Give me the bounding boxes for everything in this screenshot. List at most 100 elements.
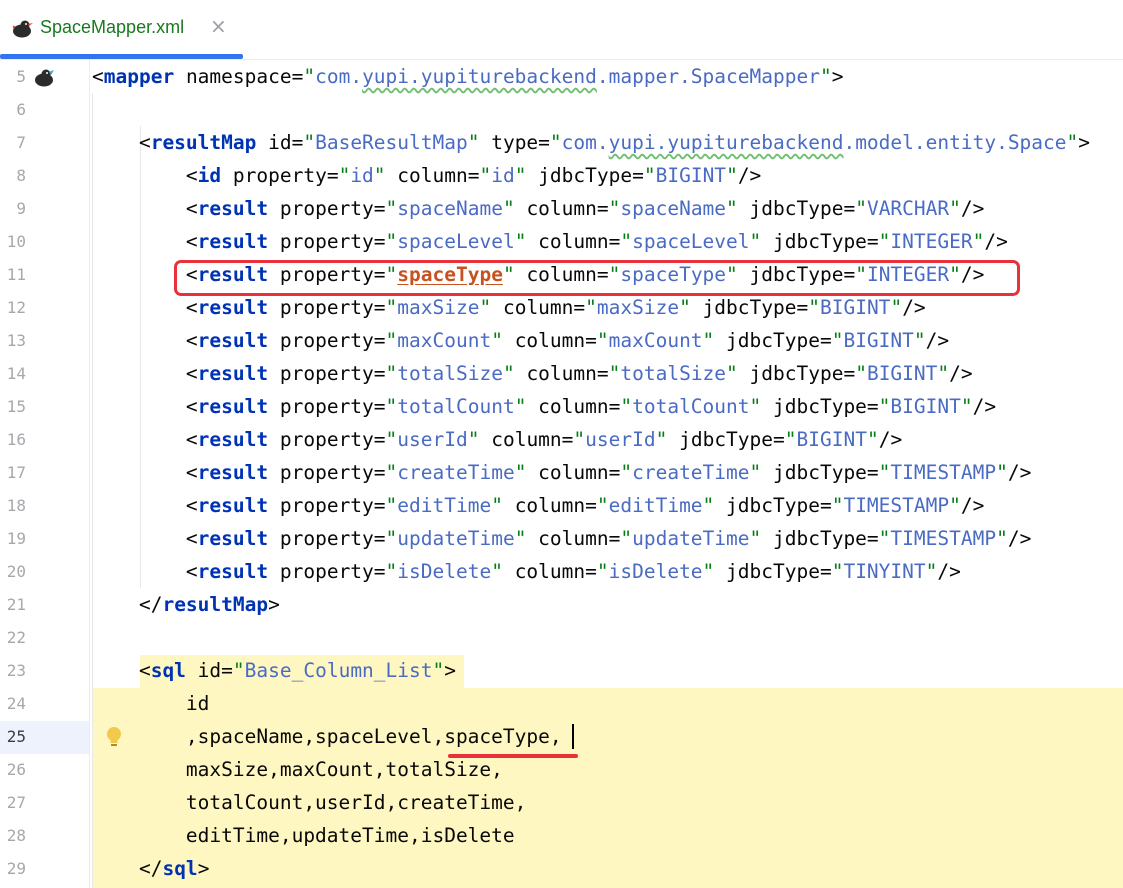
code-line[interactable]: 23 <sql id="Base_Column_List">	[0, 654, 1123, 687]
code-token: />	[902, 296, 926, 319]
code-token: "	[855, 197, 867, 220]
code-text: <result property="totalCount" column="to…	[92, 390, 996, 423]
code-line[interactable]: 9 <result property="spaceName" column="s…	[0, 192, 1123, 225]
code-line[interactable]: 22	[0, 621, 1123, 654]
code-token: "	[385, 362, 398, 385]
code-line[interactable]: 18 <result property="editTime" column="e…	[0, 489, 1123, 522]
code-token: maxCount	[608, 329, 703, 352]
code-line[interactable]: 15 <result property="totalCount" column=…	[0, 390, 1123, 423]
code-token: maxCount	[397, 329, 492, 352]
code-token: column=	[526, 395, 621, 418]
code-token: column=	[514, 197, 609, 220]
code-token: ,spaceName,spaceLevel,spaceType,	[92, 725, 562, 748]
code-text: <result property="createTime" column="cr…	[92, 456, 1031, 489]
line-number: 17	[6, 463, 26, 482]
code-token: property=	[268, 494, 386, 517]
code-line[interactable]: 25 ,spaceName,spaceLevel,spaceType,	[0, 720, 1123, 753]
line-number: 8	[16, 166, 26, 185]
code-line[interactable]: 5 <mapper namespace="com.yupi.yupiturebac…	[0, 60, 1123, 93]
code-line[interactable]: 16 <result property="userId" column="use…	[0, 423, 1123, 456]
code-token: maxSize	[596, 296, 680, 319]
code-line[interactable]: 6	[0, 93, 1123, 126]
code-token: />	[1007, 527, 1032, 550]
line-number: 27	[6, 793, 26, 812]
code-token: "	[620, 527, 633, 550]
code-token: />	[878, 428, 903, 451]
code-line[interactable]: 21 </resultMap>	[0, 588, 1123, 621]
code-token: BIGINT	[655, 164, 727, 187]
line-number: 23	[6, 661, 26, 680]
line-number: 28	[6, 826, 26, 845]
code-line[interactable]: 28 editTime,updateTime,isDelete	[0, 819, 1123, 852]
line-number: 14	[6, 364, 26, 383]
code-token: jdbcType=	[761, 527, 879, 550]
code-line[interactable]: 29 </sql>	[0, 852, 1123, 885]
code-line[interactable]: 24 id	[0, 687, 1123, 720]
code-line[interactable]: 10 <result property="spaceLevel" column=…	[0, 225, 1123, 258]
code-token: "	[385, 296, 398, 319]
tab-spacemapper-xml[interactable]: SpaceMapper.xml ×	[0, 0, 243, 60]
code-token: />	[925, 329, 950, 352]
code-token: "	[702, 560, 715, 583]
code-token: spaceName	[397, 197, 503, 220]
code-text: </sql>	[92, 852, 209, 885]
code-token: "	[385, 428, 398, 451]
code-token: Base_Column_List	[244, 659, 433, 682]
code-token: totalSize	[397, 362, 503, 385]
code-token: jdbcType=	[714, 329, 832, 352]
code-token: <	[92, 329, 198, 352]
code-token: jdbcType=	[526, 164, 644, 187]
code-line[interactable]: 8 <id property="id" column="id" jdbcType…	[0, 159, 1123, 192]
code-token: com.	[561, 131, 609, 154]
code-token: TIMESTAMP	[843, 494, 950, 517]
code-token: property=	[268, 296, 386, 319]
code-token: resultMap	[162, 593, 269, 616]
code-token: jdbcType=	[737, 197, 856, 220]
code-token: id	[197, 164, 222, 187]
code-token: "	[573, 428, 586, 451]
code-line[interactable]: 17 <result property="createTime" column=…	[0, 456, 1123, 489]
code-token: <	[92, 527, 198, 550]
code-token: "	[949, 197, 961, 220]
code-line[interactable]: 7 <resultMap id="BaseResultMap" type="co…	[0, 126, 1123, 159]
code-token: spaceLevel	[397, 230, 515, 253]
code-token: "	[338, 164, 351, 187]
code-token: "	[491, 329, 503, 352]
text-caret	[572, 724, 574, 749]
code-token: "	[655, 428, 668, 451]
code-token: />	[1007, 461, 1032, 484]
lightbulb-icon[interactable]	[104, 725, 124, 749]
code-token: "	[514, 230, 527, 253]
code-token: >	[197, 857, 210, 880]
code-token: "	[596, 329, 609, 352]
code-token: "	[514, 164, 527, 187]
code-text: <result property="maxCount" column="maxC…	[92, 324, 949, 357]
code-token: property=	[221, 164, 339, 187]
code-text: totalCount,userId,createTime,	[92, 786, 526, 819]
line-number: 11	[6, 265, 26, 284]
code-token: >	[444, 659, 456, 682]
code-line[interactable]: 14 <result property="totalSize" column="…	[0, 357, 1123, 390]
code-line[interactable]: 13 <result property="maxCount" column="m…	[0, 324, 1123, 357]
code-token: />	[960, 197, 985, 220]
close-icon[interactable]: ×	[210, 14, 227, 38]
code-text: <result property="totalSize" column="tot…	[92, 357, 973, 390]
code-token: column=	[385, 164, 480, 187]
code-line[interactable]: 20 <result property="isDelete" column="i…	[0, 555, 1123, 588]
code-token: userId	[585, 428, 656, 451]
code-token: "	[514, 461, 527, 484]
code-token: "	[479, 164, 492, 187]
code-token: "	[937, 362, 950, 385]
code-token: BIGINT	[819, 296, 891, 319]
code-token: maxSize	[397, 296, 480, 319]
code-text: <result property="userId" column="userId…	[92, 423, 902, 456]
code-token: column=	[479, 428, 574, 451]
line-number: 15	[6, 397, 26, 416]
code-token: BIGINT	[843, 329, 914, 352]
code-token: editTime	[608, 494, 703, 517]
code-line[interactable]: 27 totalCount,userId,createTime,	[0, 786, 1123, 819]
code-token: </	[92, 857, 163, 880]
code-token: maxSize,maxCount,totalSize,	[92, 758, 503, 781]
code-text: <mapper namespace="com.yupi.yupitureback…	[92, 60, 843, 93]
code-line[interactable]: 19 <result property="updateTime" column=…	[0, 522, 1123, 555]
